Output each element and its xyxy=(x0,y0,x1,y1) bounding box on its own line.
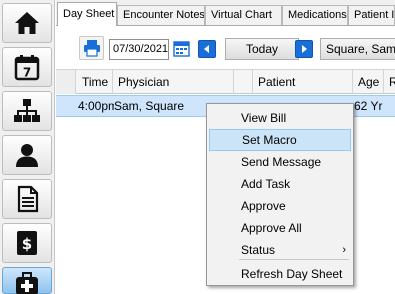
date-field[interactable]: 07/30/2021 xyxy=(109,39,169,60)
sidebar: 7 $ xyxy=(0,0,55,294)
arrow-left-icon xyxy=(204,45,209,53)
column-header-spacer xyxy=(234,70,253,94)
menu-separator xyxy=(239,259,349,260)
today-button[interactable]: Today xyxy=(225,38,299,60)
calendar-picker-icon xyxy=(173,41,190,57)
sidebar-calendar-button[interactable]: 7 xyxy=(2,47,52,87)
sidebar-org-button[interactable] xyxy=(2,91,52,131)
sidebar-document-button[interactable] xyxy=(2,179,52,219)
tab-medications[interactable]: Medications xyxy=(282,5,348,25)
app-window: 7 $ Day Sheet Encounter Notes Virtual Ch… xyxy=(0,0,395,294)
grid-corner xyxy=(56,70,76,94)
dollar-sign: $ xyxy=(22,235,32,253)
tab-virtual-chart[interactable]: Virtual Chart xyxy=(205,5,282,25)
home-icon xyxy=(15,12,39,34)
menu-item-status[interactable]: Status › xyxy=(209,239,351,261)
menu-item-approve-all[interactable]: Approve All xyxy=(209,217,351,239)
tab-day-sheet[interactable]: Day Sheet xyxy=(57,2,117,26)
column-header-age[interactable]: Age xyxy=(353,70,384,94)
provider-select[interactable]: Square, Sam [ xyxy=(320,38,395,60)
print-button[interactable] xyxy=(79,36,104,60)
menu-item-refresh-day-sheet[interactable]: Refresh Day Sheet xyxy=(209,263,351,285)
org-chart-icon xyxy=(14,99,40,122)
submenu-arrow-icon: › xyxy=(342,244,346,256)
cell-time: 4:00pm xyxy=(78,99,114,113)
menu-item-set-macro[interactable]: Set Macro xyxy=(209,129,351,151)
arrow-right-icon xyxy=(302,45,307,53)
document-icon xyxy=(17,185,39,213)
column-header-patient[interactable]: Patient xyxy=(253,70,353,94)
previous-day-button[interactable] xyxy=(198,40,216,58)
dollar-icon: $ xyxy=(17,231,37,255)
next-day-button[interactable] xyxy=(295,40,313,58)
calendar-day-label: 7 xyxy=(23,66,31,80)
menu-item-send-message[interactable]: Send Message xyxy=(209,151,351,173)
sidebar-home-button[interactable] xyxy=(2,3,52,43)
column-header-time[interactable]: Time xyxy=(77,70,113,94)
column-header-r[interactable]: R xyxy=(384,70,395,94)
sidebar-medical-button[interactable] xyxy=(2,267,52,294)
row-selector xyxy=(56,96,76,116)
sidebar-patient-button[interactable] xyxy=(2,135,52,175)
medical-bag-icon xyxy=(16,271,38,294)
menu-item-add-task[interactable]: Add Task xyxy=(209,173,351,195)
user-icon xyxy=(16,144,38,167)
context-menu: View Bill Set Macro Send Message Add Tas… xyxy=(206,103,354,286)
menu-item-approve[interactable]: Approve xyxy=(209,195,351,217)
tab-bar: Day Sheet Encounter Notes Virtual Chart … xyxy=(56,0,395,26)
tab-encounter-notes[interactable]: Encounter Notes xyxy=(117,5,205,25)
sidebar-billing-button[interactable]: $ xyxy=(2,223,52,263)
printer-icon xyxy=(83,40,100,57)
toolbar: 07/30/2021 Today Square, Sam [ xyxy=(56,26,395,68)
tab-patient-info[interactable]: Patient In xyxy=(348,5,395,25)
menu-item-status-label: Status xyxy=(241,243,276,257)
calendar-icon: 7 xyxy=(14,55,40,81)
grid-header: Time Physician Patient Age R xyxy=(56,69,395,94)
cell-age: 62 Yr xyxy=(354,99,383,113)
date-picker-button[interactable] xyxy=(173,40,190,57)
column-header-physician[interactable]: Physician xyxy=(113,70,234,94)
menu-item-view-bill[interactable]: View Bill xyxy=(209,107,351,129)
